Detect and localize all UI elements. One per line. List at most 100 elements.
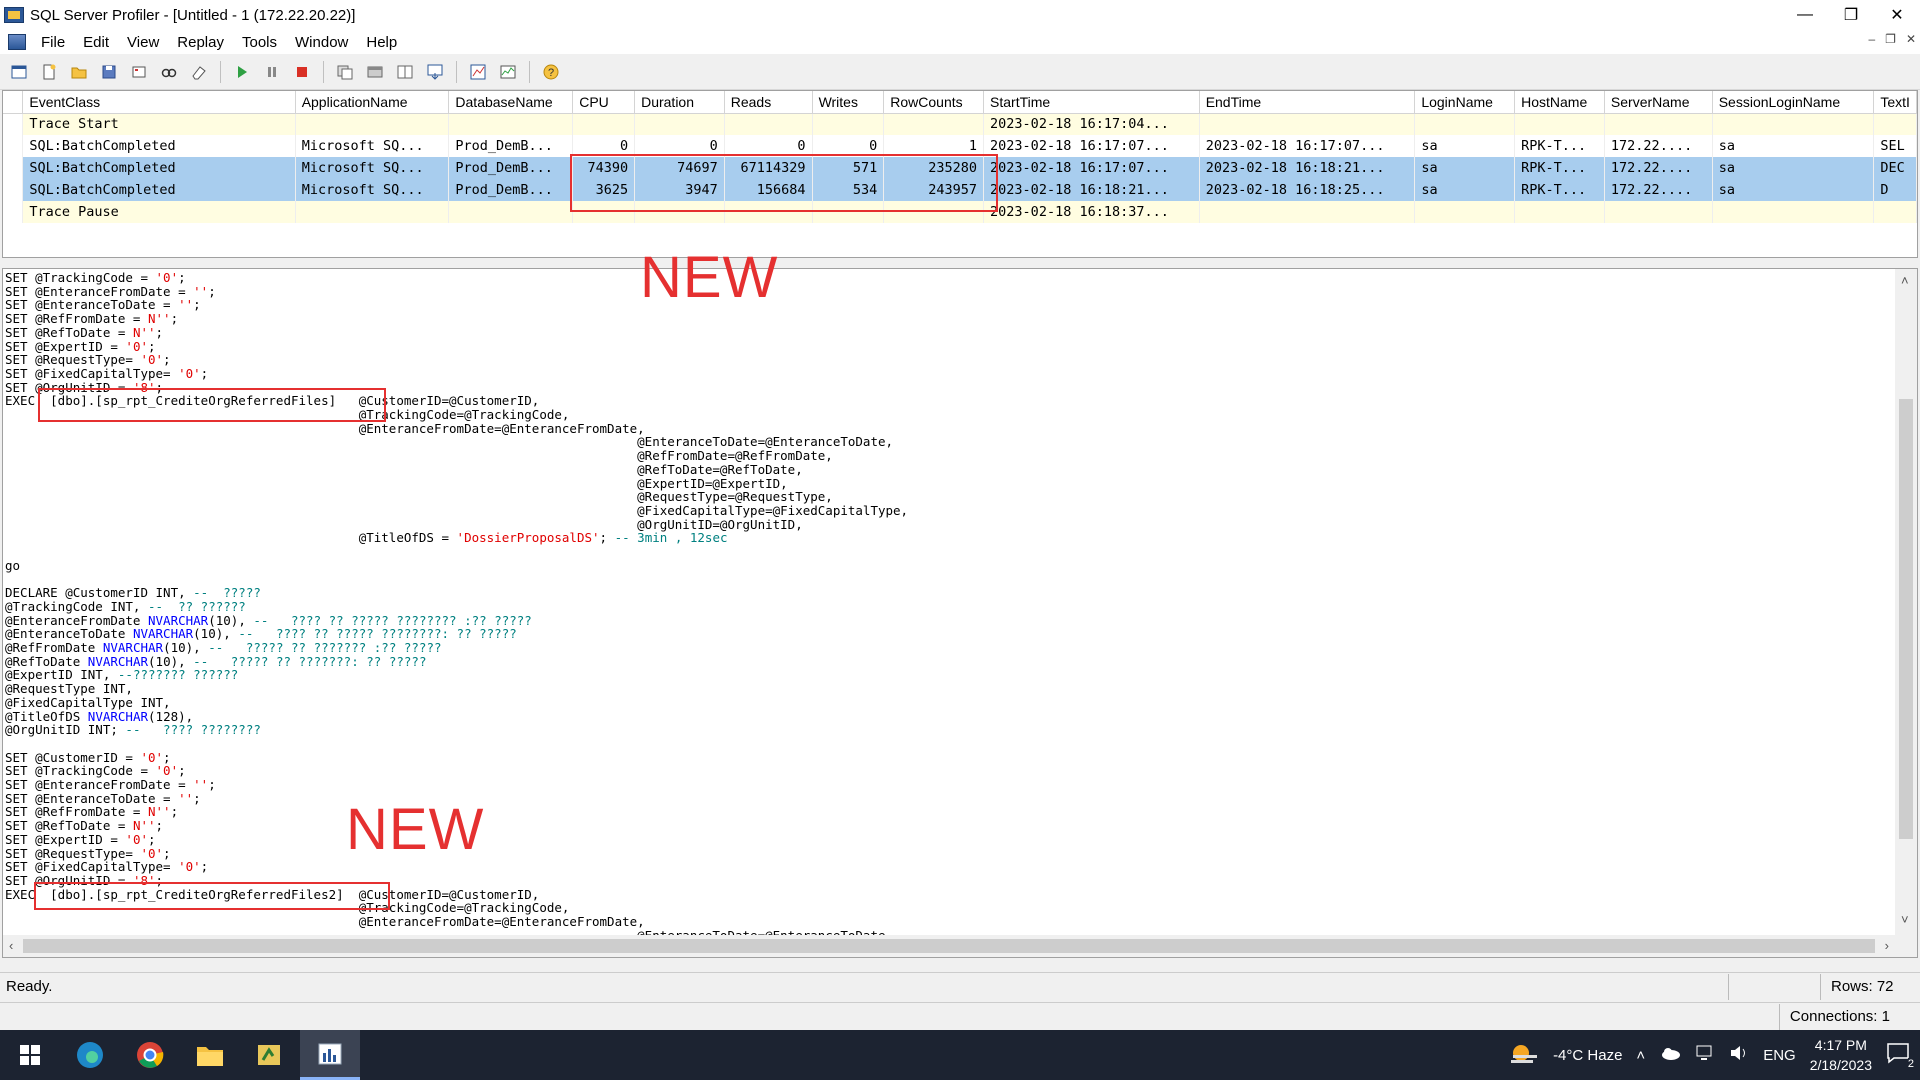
scroll-right-icon[interactable]: › [1885, 938, 1889, 953]
clock-time: 4:17 PM [1814, 1037, 1867, 1053]
row-header[interactable] [3, 113, 24, 135]
table-cell: sa [1414, 179, 1516, 201]
weather-text[interactable]: -4°C Haze [1553, 1047, 1622, 1064]
connections-bar: Connections: 1 [0, 1002, 1920, 1030]
chrome-browser-icon[interactable] [120, 1030, 180, 1080]
column-header[interactable]: EventClass [22, 91, 296, 114]
sql-text-pane[interactable]: SET @TrackingCode = '0'; SET @EnteranceFr… [2, 268, 1918, 958]
trace-properties-icon[interactable] [332, 59, 358, 85]
column-header[interactable]: DatabaseName [448, 91, 574, 114]
menu-tools[interactable]: Tools [233, 34, 286, 51]
column-header[interactable]: LoginName [1414, 91, 1516, 114]
code-line: @RefFromDate=@RefFromDate, [5, 449, 908, 463]
code-line: go [5, 558, 908, 573]
database-tuning-icon[interactable] [465, 59, 491, 85]
rows-count: Rows: 72 [1820, 973, 1920, 1000]
pause-trace-icon[interactable] [259, 59, 285, 85]
scroll-left-icon[interactable]: ‹ [9, 938, 13, 953]
toolbar: ? [0, 54, 1920, 90]
column-header[interactable]: CPU [572, 91, 636, 114]
sql-management-studio-icon[interactable] [240, 1030, 300, 1080]
code-token: '' [178, 297, 194, 313]
column-header[interactable]: HostName [1514, 91, 1605, 114]
menu-edit[interactable]: Edit [74, 34, 118, 51]
text-vertical-scrollbar[interactable]: ˄ ˅ [1895, 269, 1917, 957]
scroll-down-icon[interactable]: ˅ [1901, 912, 1909, 927]
column-header[interactable]: TextI [1873, 91, 1917, 114]
stop-trace-icon[interactable] [289, 59, 315, 85]
menu-replay[interactable]: Replay [168, 34, 233, 51]
onedrive-icon[interactable] [1659, 1046, 1681, 1064]
code-line: @RefToDate=@RefToDate, [5, 462, 908, 477]
column-header[interactable]: SessionLoginName [1712, 91, 1875, 114]
volume-icon[interactable] [1729, 1044, 1749, 1066]
clock[interactable]: 4:17 PM 2/18/2023 [1810, 1035, 1872, 1075]
language-indicator[interactable]: ENG [1763, 1047, 1796, 1064]
file-explorer-icon[interactable] [180, 1030, 240, 1080]
save-icon[interactable] [96, 59, 122, 85]
weather-icon[interactable] [1509, 1041, 1539, 1069]
table-cell [1712, 201, 1875, 223]
edge-browser-icon[interactable] [60, 1030, 120, 1080]
auto-scroll-icon[interactable] [422, 59, 448, 85]
new-trace-icon[interactable] [6, 59, 32, 85]
scroll-up-icon[interactable]: ˄ [1901, 273, 1909, 288]
column-header[interactable]: ServerName [1604, 91, 1713, 114]
new-file-icon[interactable] [36, 59, 62, 85]
menu-window[interactable]: Window [286, 34, 357, 51]
code-line: ​ [5, 572, 908, 586]
start-icon[interactable] [0, 1030, 60, 1080]
annotation-new-label: NEW [346, 797, 485, 862]
clear-trace-icon[interactable] [186, 59, 212, 85]
highlight-box [570, 154, 998, 212]
mdi-restore-button[interactable]: ❐ [1885, 32, 1896, 46]
close-button[interactable]: ✕ [1874, 0, 1920, 30]
column-header[interactable]: StartTime [983, 91, 1200, 114]
perfmon-icon[interactable] [495, 59, 521, 85]
column-header[interactable]: Writes [812, 91, 885, 114]
column-header[interactable]: Reads [724, 91, 813, 114]
scrollbar-thumb[interactable] [1899, 399, 1913, 839]
run-trace-icon[interactable] [229, 59, 255, 85]
row-header[interactable] [3, 157, 24, 179]
minimize-button[interactable]: — [1782, 0, 1828, 30]
trace-template-icon[interactable] [362, 59, 388, 85]
column-header[interactable]: EndTime [1199, 91, 1416, 114]
scrollbar-thumb[interactable] [23, 939, 1875, 953]
find-icon[interactable] [156, 59, 182, 85]
row-header[interactable] [3, 201, 24, 223]
text-horizontal-scrollbar[interactable]: ‹ › [3, 935, 1897, 957]
table-cell: SQL:BatchCompleted [22, 157, 296, 179]
grid-layout-icon[interactable] [392, 59, 418, 85]
table-row[interactable]: Trace Start 2023-02-18 16:17:04... [3, 113, 1917, 135]
column-header[interactable]: ApplicationName [295, 91, 450, 114]
mdi-close-button[interactable]: ✕ [1906, 32, 1916, 46]
row-header[interactable] [3, 179, 24, 201]
chevron-up-icon[interactable]: ˄ [1636, 1047, 1645, 1064]
menu-file[interactable]: File [32, 34, 74, 51]
open-folder-icon[interactable] [66, 59, 92, 85]
menu-view[interactable]: View [118, 34, 168, 51]
column-header[interactable]: Duration [634, 91, 725, 114]
mdi-minimize-button[interactable]: – [1868, 32, 1875, 46]
code-line: @TitleOfDS = 'DossierProposalDS'; -- 3mi… [5, 531, 908, 545]
table-cell: 172.22.... [1604, 135, 1713, 157]
maximize-button[interactable]: ❐ [1828, 0, 1874, 30]
code-line: @EnteranceToDate=@EnteranceToDate, [5, 435, 908, 449]
properties-icon[interactable] [126, 59, 152, 85]
code-line: @FixedCapitalType=@FixedCapitalType, [5, 504, 908, 518]
notification-icon[interactable]: 2 [1886, 1042, 1914, 1070]
row-header[interactable] [3, 135, 24, 157]
table-cell: RPK-T... [1514, 135, 1605, 157]
network-icon[interactable] [1695, 1044, 1715, 1066]
code-token: ; [193, 297, 201, 313]
code-line: @ExpertID=@ExpertID, [5, 476, 908, 491]
column-header[interactable]: RowCounts [883, 91, 985, 114]
sql-profiler-taskbar-icon[interactable] [300, 1030, 360, 1080]
document-icon[interactable] [8, 34, 26, 50]
menu-help[interactable]: Help [357, 34, 406, 51]
table-cell: 2023-02-18 16:17:07... [1199, 135, 1416, 157]
help-icon[interactable]: ? [538, 59, 564, 85]
table-cell [1873, 113, 1917, 135]
pane-splitter[interactable] [0, 260, 1920, 268]
